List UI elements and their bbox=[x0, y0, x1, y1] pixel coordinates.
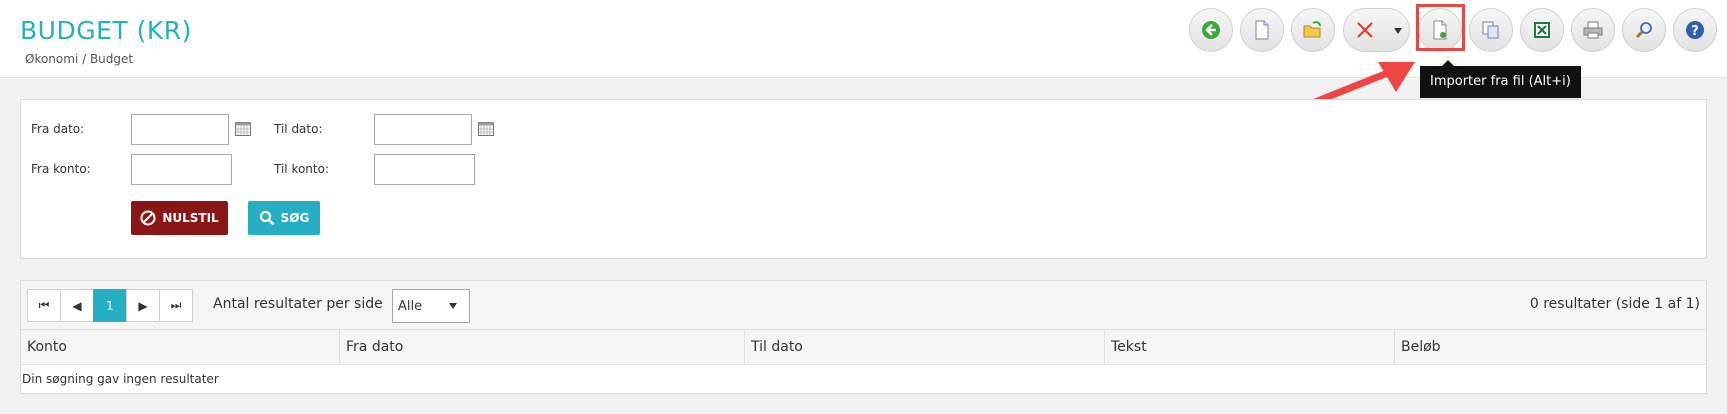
printer-icon bbox=[1583, 21, 1603, 39]
per-page-select[interactable]: Alle bbox=[392, 289, 470, 323]
current-page-button[interactable]: 1 bbox=[93, 289, 127, 322]
per-page-label: Antal resultater per side bbox=[213, 296, 383, 312]
next-page-button[interactable]: ▶ bbox=[126, 289, 160, 322]
from-date-input[interactable] bbox=[131, 114, 229, 145]
magnifier-icon bbox=[1635, 22, 1652, 39]
pager-bar: ⏮ ◀ 1 ▶ ⏭ Antal resultater per side Alle… bbox=[21, 281, 1706, 329]
back-button[interactable] bbox=[1189, 8, 1233, 52]
result-count: 0 resultater (side 1 af 1) bbox=[1529, 296, 1700, 312]
open-button[interactable] bbox=[1291, 8, 1335, 52]
new-document-icon bbox=[1255, 20, 1269, 40]
search-tool-button[interactable] bbox=[1622, 8, 1666, 52]
search-button[interactable]: SØG bbox=[248, 201, 320, 235]
column-header-konto[interactable]: Konto bbox=[21, 330, 339, 365]
prev-page-button[interactable]: ◀ bbox=[60, 289, 94, 322]
delete-button[interactable] bbox=[1343, 8, 1410, 52]
excel-icon bbox=[1534, 22, 1550, 38]
new-button[interactable] bbox=[1240, 8, 1284, 52]
copy-icon bbox=[1482, 21, 1499, 39]
reset-button-label: NULSTIL bbox=[162, 211, 219, 225]
help-icon: ? bbox=[1686, 21, 1704, 39]
per-page-value: Alle bbox=[398, 299, 423, 314]
chevron-down-icon bbox=[449, 303, 457, 309]
first-page-button[interactable]: ⏮ bbox=[27, 289, 61, 322]
import-highlight-box bbox=[1416, 4, 1465, 51]
breadcrumb: Økonomi / Budget bbox=[25, 52, 134, 66]
help-button[interactable]: ? bbox=[1673, 8, 1717, 52]
column-header-til-dato[interactable]: Til dato bbox=[744, 330, 1104, 365]
reset-button[interactable]: NULSTIL bbox=[131, 201, 228, 235]
chevron-down-icon[interactable] bbox=[1394, 28, 1402, 34]
calendar-icon[interactable] bbox=[478, 122, 494, 136]
from-account-input[interactable] bbox=[131, 154, 232, 185]
print-button[interactable] bbox=[1571, 8, 1615, 52]
back-arrow-icon bbox=[1202, 21, 1220, 39]
empty-results-message: Din søgning gav ingen resultater bbox=[22, 372, 219, 386]
to-date-label: Til dato: bbox=[274, 122, 323, 136]
ban-icon bbox=[140, 210, 156, 226]
search-button-label: SØG bbox=[280, 211, 310, 225]
copy-button[interactable] bbox=[1469, 8, 1513, 52]
svg-text:?: ? bbox=[1691, 24, 1699, 39]
to-account-input[interactable] bbox=[374, 154, 475, 185]
to-date-input[interactable] bbox=[374, 114, 472, 145]
column-header-belob[interactable]: Beløb bbox=[1394, 330, 1706, 365]
from-account-label: Fra konto: bbox=[31, 162, 91, 176]
table-header: Konto Fra dato Til dato Tekst Beløb bbox=[21, 329, 1706, 365]
open-folder-icon bbox=[1303, 21, 1321, 38]
last-page-button[interactable]: ⏭ bbox=[159, 289, 193, 322]
column-header-fra-dato[interactable]: Fra dato bbox=[339, 330, 744, 365]
results-panel: ⏮ ◀ 1 ▶ ⏭ Antal resultater per side Alle… bbox=[20, 280, 1707, 394]
search-icon bbox=[259, 210, 275, 226]
column-header-tekst[interactable]: Tekst bbox=[1104, 330, 1394, 365]
to-account-label: Til konto: bbox=[274, 162, 330, 176]
calendar-icon[interactable] bbox=[235, 122, 251, 136]
delete-x-icon bbox=[1357, 22, 1373, 38]
from-date-label: Fra dato: bbox=[31, 122, 85, 136]
page-title: BUDGET (KR) bbox=[20, 16, 192, 45]
filter-panel: Fra dato: Til dato: Fra konto: Til konto… bbox=[20, 99, 1707, 259]
import-tooltip: Importer fra fil (Alt+i) bbox=[1420, 60, 1581, 98]
excel-button[interactable] bbox=[1520, 8, 1564, 52]
